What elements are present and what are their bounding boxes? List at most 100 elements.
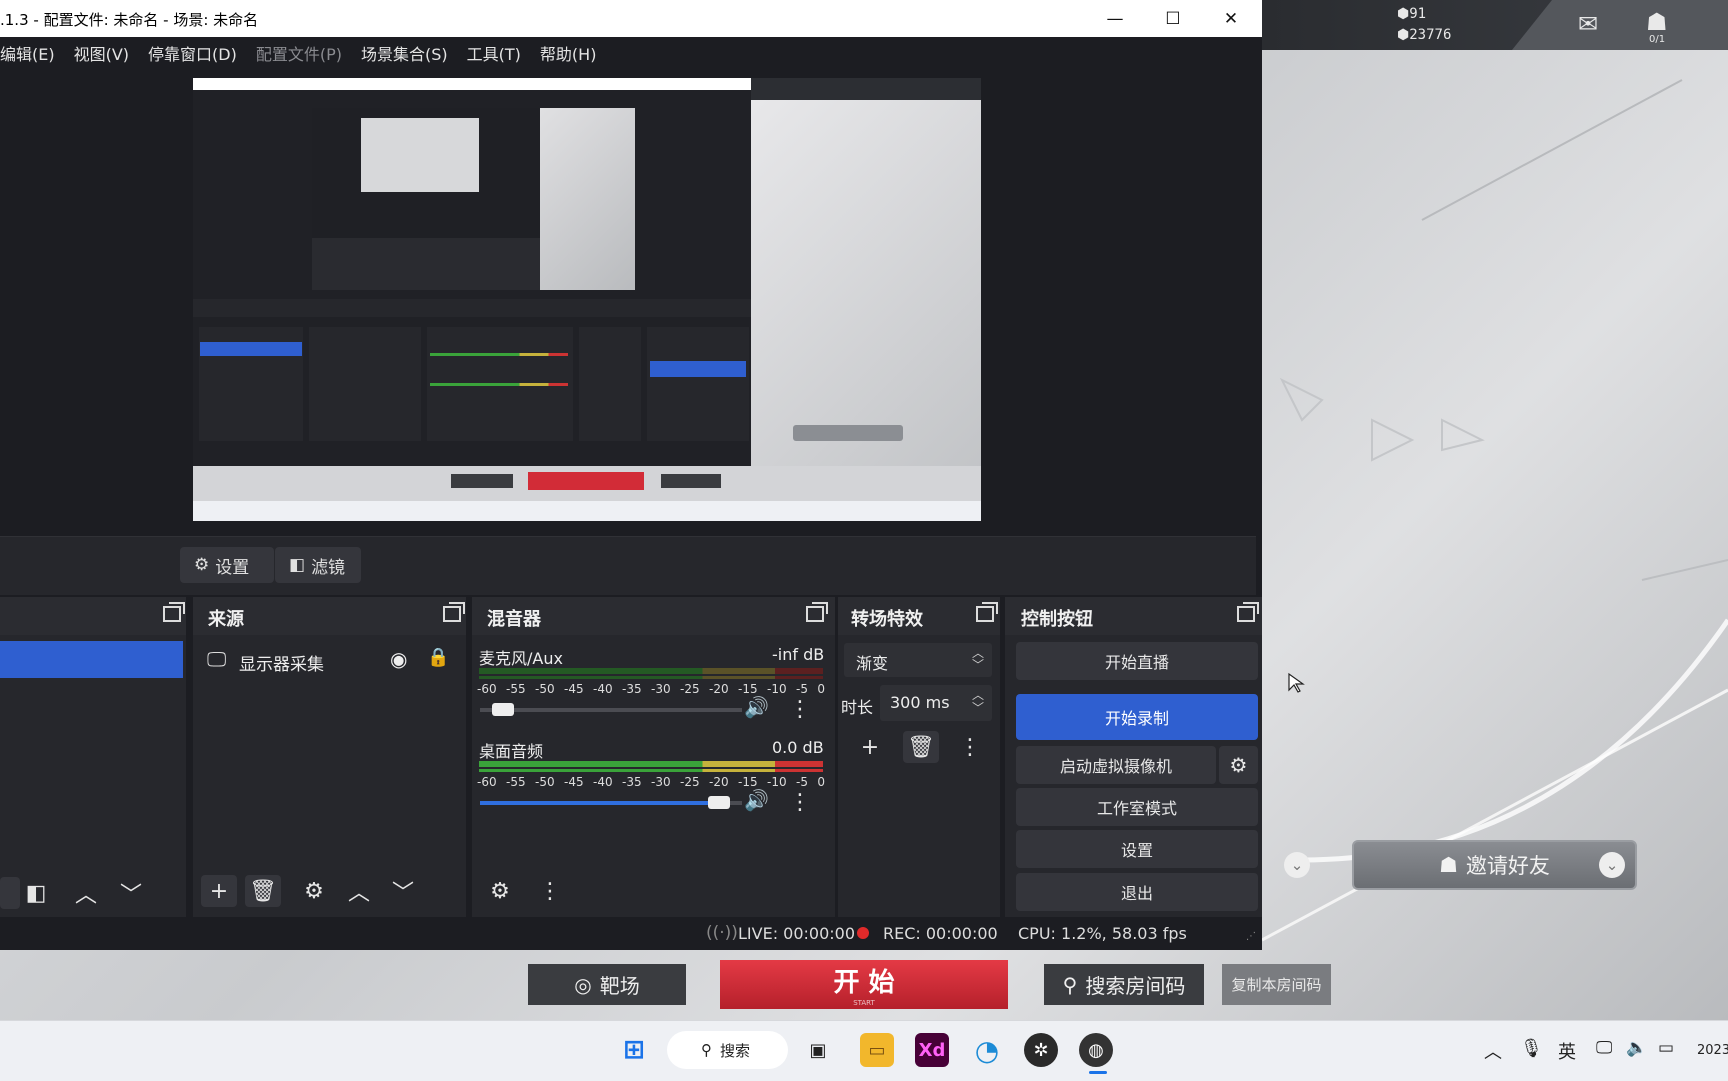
filters-button[interactable]: ◧ 滤镜 — [275, 547, 361, 583]
eye-icon[interactable]: ◉ — [390, 647, 407, 671]
exit-button[interactable]: 退出 — [1016, 873, 1258, 911]
transition-select[interactable]: 渐变 ︿ ﹀ — [844, 643, 992, 677]
minimize-button[interactable]: — — [1086, 0, 1144, 37]
settings-button[interactable]: 设置 — [1016, 830, 1258, 868]
search-room-button[interactable]: ⚲ 搜索房间码 — [1044, 964, 1204, 1005]
ime-indicator[interactable]: 英 — [1558, 1038, 1576, 1064]
file-explorer-icon[interactable]: ▭ — [860, 1033, 894, 1067]
menu-view[interactable]: 视图(V) — [74, 41, 129, 65]
advanced-audio-icon[interactable]: ⚙ — [482, 875, 518, 907]
mixer-ticks: -60 -55 -50 -45 -40 -35 -30 -25 -20 -15 -10 -5 0 — [477, 775, 825, 789]
spinner-icon: ︿ ﹀ — [972, 646, 985, 672]
copy-room-button[interactable]: 复制本房间码 — [1222, 964, 1331, 1005]
game-start-button[interactable]: 开 始 START — [720, 960, 1008, 1009]
mixer-meter — [479, 676, 823, 679]
target-icon: ◎ — [574, 972, 592, 997]
battery-icon[interactable]: ▭ — [1658, 1038, 1674, 1058]
start-recording-button[interactable]: 开始录制 — [1016, 694, 1258, 740]
friends-icon[interactable]: ☗ — [1646, 8, 1668, 36]
menu-help[interactable]: 帮助(H) — [540, 41, 597, 65]
scene-filter-icon[interactable]: ◧ — [18, 877, 54, 909]
lock-icon[interactable]: 🔒 — [427, 647, 449, 668]
speaker-icon[interactable]: 🔊 — [744, 695, 769, 719]
undock-icon[interactable] — [806, 602, 828, 622]
volume-slider-knob[interactable] — [492, 703, 514, 716]
network-icon[interactable]: 🖵 — [1596, 1038, 1612, 1058]
menu-edit[interactable]: 编辑(E) — [0, 41, 55, 65]
add-transition-icon[interactable]: + — [852, 731, 888, 763]
range-button[interactable]: ◎ 靶场 — [528, 964, 686, 1005]
nested-meter-1 — [430, 353, 568, 356]
game-app-icon[interactable]: ✲ — [1024, 1033, 1058, 1067]
undock-icon[interactable] — [1237, 602, 1259, 622]
volume-slider[interactable] — [480, 801, 742, 805]
microphone-icon[interactable]: 🎙 — [1520, 1038, 1543, 1059]
window-title: .1.3 - 配置文件: 未命名 - 场景: 未命名 — [0, 11, 259, 29]
invite-friends-button[interactable]: ☗ 邀请好友 — [1352, 840, 1637, 890]
studio-mode-button[interactable]: 工作室模式 — [1016, 788, 1258, 826]
virtual-camera-settings-icon[interactable]: ⚙ — [1219, 746, 1258, 784]
mixer-header: 混音器 — [472, 597, 835, 635]
scene-remove-icon[interactable] — [0, 877, 20, 909]
undock-icon[interactable] — [443, 602, 465, 622]
rec-timer: REC: 00:00:00 — [883, 924, 998, 943]
more-options-icon[interactable]: ⋮ — [782, 693, 818, 725]
mixer-dock: 混音器 麦克风/Aux -inf dB -60 -55 -50 -45 -40 -35 -3… — [472, 597, 835, 917]
close-button[interactable]: ✕ — [1202, 0, 1260, 37]
remove-transition-icon[interactable]: 🗑 — [903, 731, 939, 763]
source-properties-icon[interactable]: ⚙ — [296, 875, 332, 907]
nested-preview-game — [540, 108, 635, 290]
scene-item-selected[interactable] — [0, 641, 183, 678]
start-streaming-button[interactable]: 开始直播 — [1016, 642, 1258, 680]
volume-slider[interactable] — [480, 708, 742, 712]
maximize-button[interactable]: ☐ — [1144, 0, 1202, 37]
transitions-header: 转场特效 — [838, 597, 1000, 635]
menu-profile[interactable]: 配置文件(P) — [256, 41, 342, 65]
edge-icon[interactable]: ◔ — [970, 1033, 1004, 1067]
source-up-icon[interactable]: ︿ — [341, 875, 377, 907]
preview-area[interactable] — [0, 68, 1262, 538]
nested-transitions-dock — [579, 327, 641, 441]
undock-icon[interactable] — [163, 602, 185, 622]
add-source-icon[interactable]: + — [201, 875, 237, 907]
nested-record-button — [650, 361, 746, 377]
transition-properties-icon[interactable]: ⋮ — [952, 731, 988, 763]
menu-docks[interactable]: 停靠窗口(D) — [148, 41, 237, 65]
speaker-icon[interactable]: 🔊 — [744, 788, 769, 812]
more-options-icon[interactable]: ⋮ — [782, 786, 818, 818]
clock[interactable]: 2023 — [1697, 1043, 1728, 1058]
volume-icon[interactable]: 🔈 — [1626, 1038, 1647, 1058]
gem-counter: ⬢23776 — [1397, 27, 1452, 43]
source-item[interactable]: 🖵 显示器采集 ◉ 🔒 — [193, 641, 466, 677]
task-view-icon[interactable]: ▣ — [801, 1033, 835, 1067]
chevron-up-icon[interactable]: ︿ — [1484, 1038, 1502, 1064]
taskbar-search[interactable]: ⚲ 搜索 — [667, 1031, 788, 1069]
duration-input[interactable]: 300 ms ︿ ﹀ — [880, 685, 992, 721]
scenes-dock: ◧ ︿ ﹀ — [0, 597, 186, 917]
remove-source-icon[interactable]: 🗑 — [245, 875, 281, 907]
resize-grip-icon[interactable]: ⋰ — [1246, 931, 1256, 942]
scene-up-icon[interactable]: ︿ — [68, 877, 104, 909]
mail-icon[interactable]: ✉ — [1578, 10, 1598, 38]
nested-search-button — [661, 474, 721, 488]
mixer-meter — [479, 761, 823, 767]
virtual-camera-button[interactable]: 启动虚拟摄像机 — [1016, 746, 1216, 784]
undock-icon[interactable] — [976, 602, 998, 622]
menu-tools[interactable]: 工具(T) — [467, 41, 521, 65]
gear-icon: ⚙ — [194, 555, 210, 575]
scene-down-icon[interactable]: ﹀ — [113, 877, 149, 909]
mixer-tick: -35 — [622, 682, 642, 696]
mixer-tick: -40 — [593, 775, 613, 789]
filters-label: 滤镜 — [311, 557, 346, 578]
obs-icon[interactable]: ◍ — [1079, 1033, 1113, 1067]
settings-button[interactable]: ⚙ 设置 — [180, 547, 274, 583]
adobe-xd-icon[interactable]: Xd — [915, 1033, 949, 1067]
source-down-icon[interactable]: ﹀ — [385, 875, 421, 907]
left-dropdown-icon[interactable]: ⌄ — [1284, 852, 1310, 878]
volume-slider-knob[interactable] — [708, 796, 730, 809]
menu-scene-collection[interactable]: 场景集合(S) — [361, 41, 448, 65]
mixer-menu-icon[interactable]: ⋮ — [532, 875, 568, 907]
invite-dropdown-icon[interactable]: ⌄ — [1599, 852, 1625, 878]
start-icon[interactable]: ⊞ — [617, 1033, 651, 1067]
mixer-tick: -55 — [506, 682, 526, 696]
